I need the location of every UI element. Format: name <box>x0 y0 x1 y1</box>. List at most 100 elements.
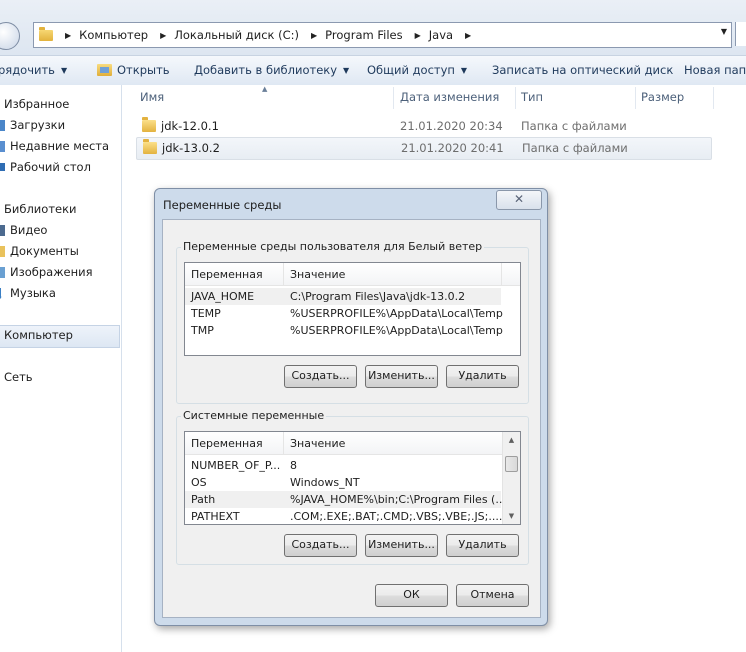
system-variables-group: Системные переменные Переменная Значение… <box>176 409 529 565</box>
column-header-variable[interactable]: Переменная <box>191 437 263 450</box>
dialog-title: Переменные среды <box>163 198 282 212</box>
list-item[interactable]: NUMBER_OF_P... 8 <box>185 457 501 474</box>
user-create-button[interactable]: Создать... <box>284 365 357 388</box>
list-header: Переменная Значение <box>185 432 520 455</box>
address-bar[interactable]: ▶ Компьютер ▶ Локальный диск (C:) ▶ Program… <box>33 22 732 48</box>
chevron-down-icon[interactable]: ▼ <box>461 66 467 75</box>
system-create-button[interactable]: Создать... <box>284 534 357 557</box>
chevron-right-icon[interactable]: ▶ <box>160 31 166 40</box>
cancel-button[interactable]: Отмена <box>456 584 529 607</box>
video-icon <box>0 224 5 236</box>
list-header: Переменная Значение <box>185 263 520 286</box>
user-delete-button[interactable]: Удалить <box>446 365 519 388</box>
desktop-icon <box>0 162 5 171</box>
nav-documents[interactable]: Документы <box>0 244 79 258</box>
list-item[interactable]: TEMP %USERPROFILE%\AppData\Local\Temp <box>185 305 503 322</box>
download-icon <box>0 119 5 131</box>
file-name: jdk-12.0.1 <box>161 119 219 133</box>
file-row[interactable]: jdk-12.0.1 21.01.2020 20:34 Папка с файл… <box>136 116 710 137</box>
column-header-size[interactable]: Размер <box>641 90 684 104</box>
open-button[interactable]: Открыть <box>97 63 170 77</box>
chevron-down-icon[interactable]: ▼ <box>61 66 67 75</box>
add-to-library-button[interactable]: Добавить в библиотеку ▼ <box>194 63 349 77</box>
user-variables-list[interactable]: Переменная Значение JAVA_HOME C:\Program… <box>184 262 521 356</box>
list-item[interactable]: OS Windows_NT <box>185 474 501 491</box>
nav-recent-places[interactable]: Недавние места <box>0 139 109 153</box>
chevron-right-icon[interactable]: ▶ <box>311 31 317 40</box>
nav-downloads[interactable]: Загрузки <box>0 118 65 132</box>
system-variables-list[interactable]: Переменная Значение NUMBER_OF_P... 8 OS … <box>184 431 521 525</box>
nav-music[interactable]: Музыка <box>0 286 56 300</box>
vertical-scrollbar[interactable]: ▲ ▼ <box>502 432 520 524</box>
column-separator[interactable] <box>283 432 284 454</box>
new-folder-button[interactable]: Новая папк <box>684 63 746 77</box>
breadcrumb-computer[interactable]: ▶ Компьютер <box>53 28 148 42</box>
file-date: 21.01.2020 20:41 <box>401 141 504 155</box>
burn-button[interactable]: Записать на оптический диск <box>492 63 673 77</box>
close-icon[interactable]: ✕ <box>514 192 524 206</box>
chevron-down-icon[interactable]: ▼ <box>721 27 727 36</box>
column-header-value[interactable]: Значение <box>290 437 345 450</box>
file-name: jdk-13.0.2 <box>162 141 220 155</box>
user-variables-group: Переменные среды пользователя для Белый … <box>176 240 529 404</box>
images-icon <box>0 266 5 278</box>
chevron-right-icon[interactable]: ▶ <box>65 31 71 40</box>
nav-videos[interactable]: Видео <box>0 223 47 237</box>
column-header-type[interactable]: Тип <box>521 90 543 104</box>
breadcrumb-java[interactable]: ▶ Java ▶ <box>403 28 480 42</box>
system-delete-button[interactable]: Удалить <box>446 534 519 557</box>
column-separator[interactable] <box>283 263 284 285</box>
back-button[interactable] <box>0 22 20 50</box>
column-header-name[interactable]: Имя <box>140 90 164 104</box>
file-date: 21.01.2020 20:34 <box>400 119 503 133</box>
list-item[interactable]: JAVA_HOME C:\Program Files\Java\jdk-13.0… <box>185 288 501 305</box>
organize-button[interactable]: рядочить ▼ <box>0 63 67 77</box>
chevron-down-icon[interactable]: ▼ <box>343 66 349 75</box>
scroll-thumb[interactable] <box>505 456 518 472</box>
file-row-selected[interactable]: jdk-13.0.2 21.01.2020 20:41 Папка с файл… <box>136 137 712 160</box>
column-separator[interactable] <box>713 87 714 109</box>
open-folder-icon[interactable] <box>97 64 112 76</box>
list-item[interactable]: PATHEXT .COM;.EXE;.BAT;.CMD;.VBS;.VBE;.J… <box>185 508 502 524</box>
column-header-date[interactable]: Дата изменения <box>400 90 499 104</box>
ok-button[interactable]: ОК <box>375 584 448 607</box>
nav-images[interactable]: Изображения <box>0 265 93 279</box>
file-type: Папка с файлами <box>522 141 628 155</box>
share-button[interactable]: Общий доступ ▼ <box>367 63 467 77</box>
folder-icon <box>142 117 156 132</box>
documents-icon <box>0 245 5 257</box>
command-bar: рядочить ▼ Открыть Добавить в библиотеку ▼… <box>0 55 746 86</box>
close-button[interactable]: ✕ <box>496 190 542 210</box>
nav-network[interactable]: Сеть <box>4 370 33 384</box>
list-item[interactable]: Path %JAVA_HOME%\bin;C:\Program Files (.… <box>185 491 506 508</box>
column-separator[interactable] <box>635 87 636 109</box>
column-separator[interactable] <box>515 87 516 109</box>
system-edit-button[interactable]: Изменить... <box>365 534 438 557</box>
dialog-body: Переменные среды пользователя для Белый … <box>162 219 541 618</box>
nav-desktop[interactable]: Рабочий стол <box>0 160 91 174</box>
column-separator[interactable] <box>393 87 394 109</box>
music-icon <box>0 287 2 299</box>
column-header-variable[interactable]: Переменная <box>191 268 263 281</box>
nav-libraries[interactable]: Библиотеки <box>4 202 77 216</box>
chevron-right-icon[interactable]: ▶ <box>415 31 421 40</box>
recent-places-icon <box>0 140 5 152</box>
column-separator[interactable] <box>501 263 502 285</box>
list-item[interactable]: TMP %USERPROFILE%\AppData\Local\Temp <box>185 322 503 339</box>
column-header-value[interactable]: Значение <box>290 268 345 281</box>
nav-computer[interactable]: Компьютер <box>4 328 73 342</box>
breadcrumb-local-disk[interactable]: ▶ Локальный диск (C:) <box>148 28 299 42</box>
user-variables-label: Переменные среды пользователя для Белый … <box>181 240 485 253</box>
refresh-button[interactable] <box>735 22 746 46</box>
file-type: Папка с файлами <box>521 119 627 133</box>
user-edit-button[interactable]: Изменить... <box>365 365 438 388</box>
scroll-down-icon[interactable]: ▼ <box>503 508 520 524</box>
system-variables-label: Системные переменные <box>181 409 327 422</box>
scroll-up-icon[interactable]: ▲ <box>503 432 520 448</box>
folder-icon <box>39 26 53 41</box>
chevron-right-icon[interactable]: ▶ <box>465 31 471 40</box>
breadcrumb-program-files[interactable]: ▶ Program Files <box>299 28 403 42</box>
sort-ascending-icon: ▲ <box>262 85 268 93</box>
folder-icon <box>143 139 157 154</box>
nav-favorites[interactable]: Избранное <box>4 97 69 111</box>
